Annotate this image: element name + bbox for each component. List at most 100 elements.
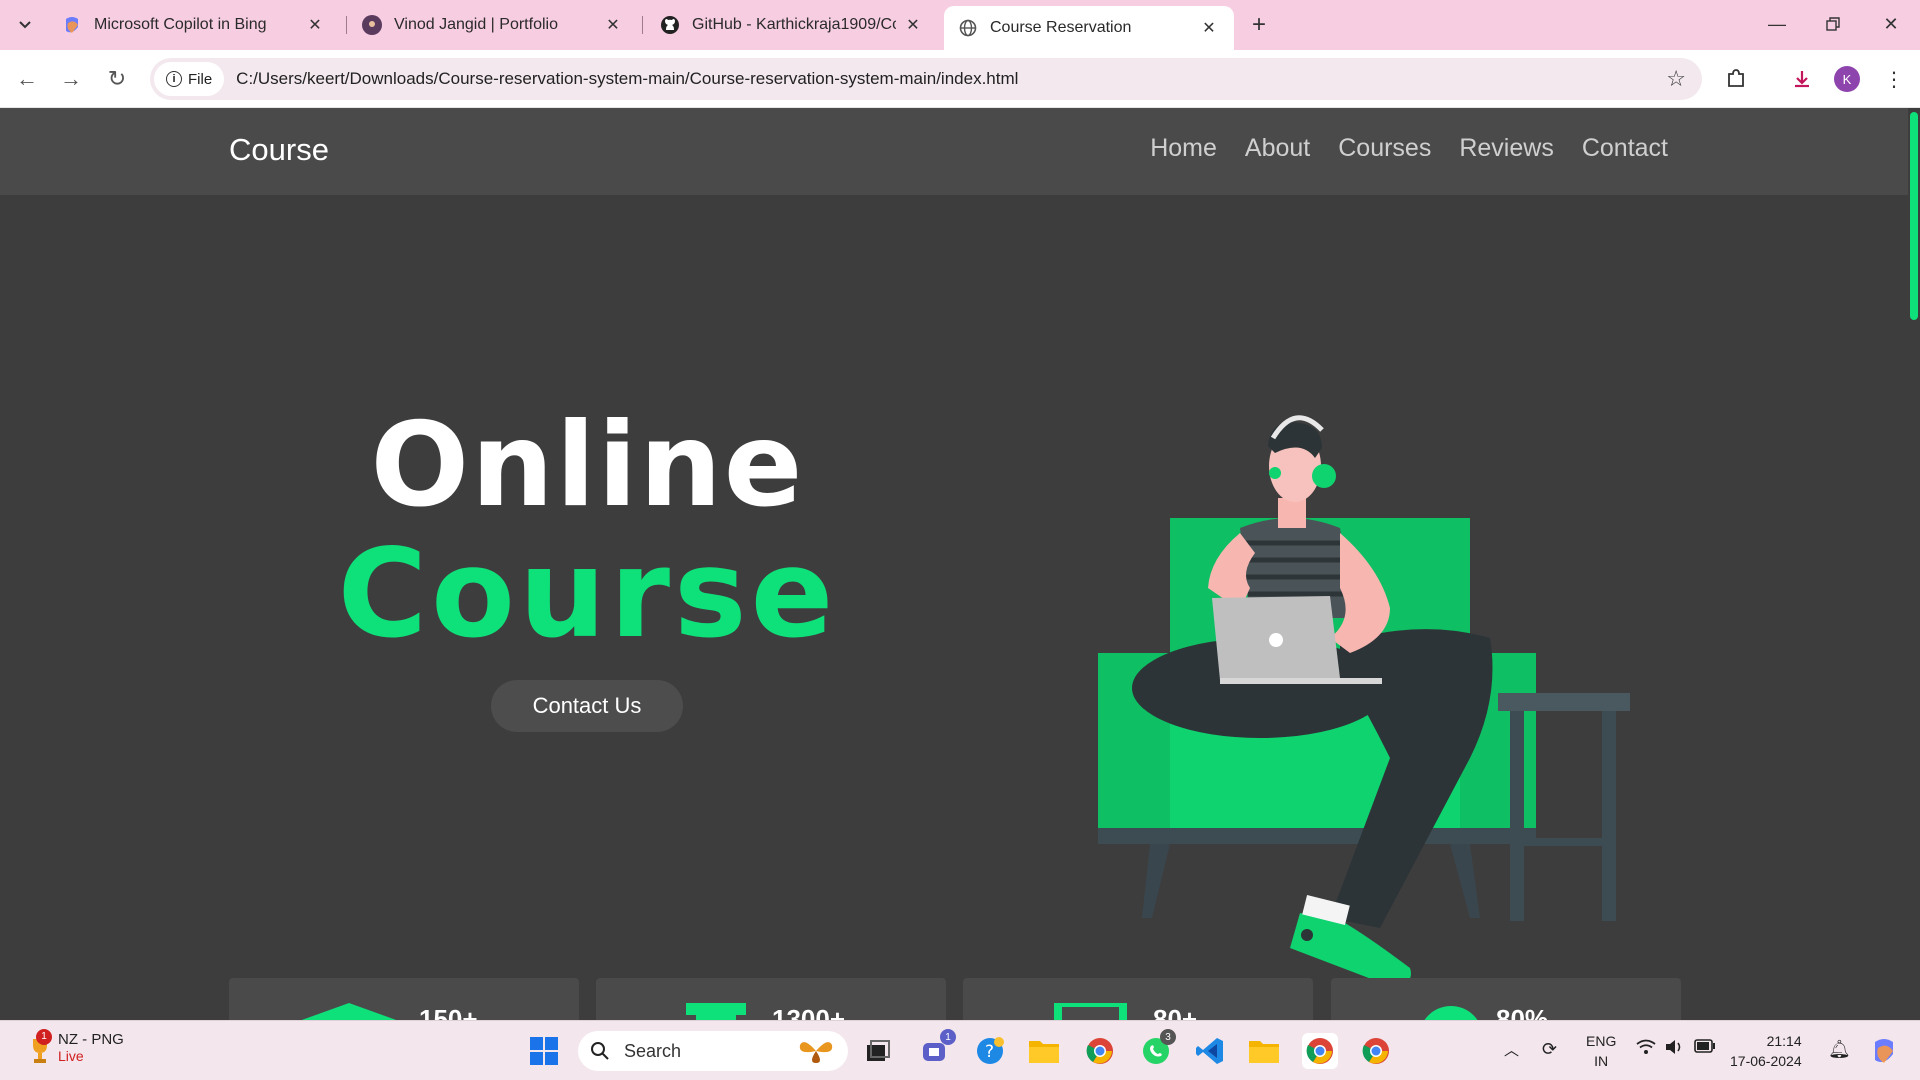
language-code: ENG [1586,1033,1617,1049]
site-header: Course Home About Courses Reviews Contac… [0,108,1908,195]
info-icon: i [166,71,182,87]
copilot-button[interactable] [1866,1033,1902,1069]
tab-title: GitHub - Karthickraja1909/Cour [692,16,896,33]
sofa-base [1098,828,1536,844]
chrome-icon [1362,1038,1389,1064]
hero-title-line1: Online [370,398,805,533]
download-icon [1795,71,1809,88]
side-table-leg [1510,711,1524,921]
tab-portfolio[interactable]: Vinod Jangid | Portfolio ✕ [348,6,638,44]
back-button[interactable]: ← [12,64,42,94]
site-info-chip[interactable]: i File [154,62,225,96]
show-hidden-icons-button[interactable]: ︿ [1504,1039,1519,1060]
stat-value: 150+ [419,1004,478,1020]
tab-copilot[interactable]: Microsoft Copilot in Bing ✕ [48,6,340,44]
nav-reviews[interactable]: Reviews [1459,134,1553,163]
chrome-icon [1086,1038,1113,1064]
task-view-button[interactable] [860,1033,896,1069]
url-text[interactable]: C:/Users/keert/Downloads/Course-reservat… [236,69,1018,89]
system-clock[interactable]: 21:14 17-06-2024 [1730,1031,1802,1071]
file-explorer-button[interactable] [1026,1033,1062,1069]
bookmark-star-icon[interactable]: ☆ [1666,66,1686,92]
restore-button[interactable] [1808,6,1858,42]
language-indicator[interactable]: ENG IN [1586,1031,1616,1071]
clock-date: 17-06-2024 [1730,1053,1802,1069]
reload-button[interactable]: ↻ [102,64,132,94]
taskbar-search[interactable]: Search [578,1031,848,1071]
github-icon [660,15,680,35]
side-table-leg [1602,711,1616,921]
menu-button[interactable]: ⋮ [1878,63,1910,95]
notification-bell-icon[interactable]: 🔔︎ [1828,1039,1851,1060]
close-icon[interactable]: ✕ [1198,17,1220,39]
stat-card-students: 1300+ [596,978,946,1020]
sofa-leg [1450,844,1480,918]
start-button[interactable] [526,1033,562,1069]
site-logo[interactable]: Course [229,132,329,168]
nav-courses[interactable]: Courses [1338,134,1431,163]
minimize-button[interactable]: — [1752,6,1802,42]
browser-toolbar: ← → ↻ i File C:/Users/keert/Downloads/Co… [0,50,1920,108]
butterfly-icon [799,1042,833,1063]
help-icon: ? [977,1037,1004,1064]
weather-badge: 1 [36,1028,52,1045]
whatsapp-button[interactable]: 3 [1138,1029,1176,1069]
tab-github[interactable]: GitHub - Karthickraja1909/Cour ✕ [646,6,938,44]
headphone-cup [1312,464,1336,488]
close-icon: ✕ [1883,13,1899,34]
weather-widget[interactable]: 1 NZ - PNG Live [30,1028,124,1064]
new-tab-button[interactable]: + [1244,10,1274,40]
stat-value: 80% [1496,1004,1549,1020]
portfolio-icon [362,15,382,35]
profile-avatar[interactable]: K [1834,66,1860,92]
chrome-profile-button[interactable] [1082,1033,1118,1069]
nav-home[interactable]: Home [1150,134,1217,163]
laptop-logo [1269,633,1283,647]
files-button[interactable] [1246,1033,1282,1069]
extensions-button[interactable] [1720,63,1752,95]
tab-title: Microsoft Copilot in Bing [94,16,267,33]
minimize-icon: — [1768,13,1786,34]
hero-title-line2: Course [337,523,838,665]
wifi-icon[interactable] [1636,1039,1656,1059]
vscode-icon [1196,1038,1223,1064]
chrome-active-button[interactable] [1302,1033,1338,1069]
vscode-button[interactable] [1192,1033,1228,1069]
svg-text:?: ? [985,1042,994,1062]
scrollbar-thumb[interactable] [1910,112,1918,320]
close-icon[interactable]: ✕ [304,14,326,36]
close-window-button[interactable]: ✕ [1866,6,1916,42]
nav-contact[interactable]: Contact [1582,134,1668,163]
sofa-leg [1142,844,1170,918]
globe-icon [958,18,978,38]
downloads-button[interactable] [1786,63,1818,95]
graduate-icon [686,1003,746,1020]
close-icon[interactable]: ✕ [602,14,624,36]
forward-button[interactable]: → [56,64,86,94]
tab-search-button[interactable] [10,10,40,40]
contact-us-button[interactable]: Contact Us [491,680,683,732]
windows-icon [530,1037,558,1065]
tab-course-reservation[interactable]: Course Reservation ✕ [944,6,1234,50]
address-bar[interactable]: i File C:/Users/keert/Downloads/Course-r… [150,58,1702,100]
volume-icon[interactable] [1664,1039,1684,1059]
side-table-shelf [1510,838,1616,846]
copilot-icon [62,15,82,35]
nav-about[interactable]: About [1245,134,1310,163]
help-button[interactable]: ? [972,1033,1008,1069]
arrow-right-icon: → [60,66,82,91]
headphone-cup [1269,467,1281,479]
person-neck [1278,498,1306,528]
tab-separator [346,16,347,34]
teams-button[interactable]: 1 [918,1029,956,1069]
whatsapp-badge: 3 [1160,1029,1176,1045]
battery-icon[interactable] [1694,1039,1716,1057]
taskbar: 1 NZ - PNG Live Search 1 ? 3 ︿ ⟳ ENG IN … [0,1020,1920,1080]
main-nav: Home About Courses Reviews Contact [1150,134,1668,163]
chrome-second-button[interactable] [1358,1033,1394,1069]
graduation-cap-icon [301,1003,397,1020]
plus-icon: + [1251,11,1266,38]
close-icon[interactable]: ✕ [902,14,924,36]
folder-icon [1029,1041,1059,1063]
sync-icon[interactable]: ⟳ [1542,1039,1557,1060]
